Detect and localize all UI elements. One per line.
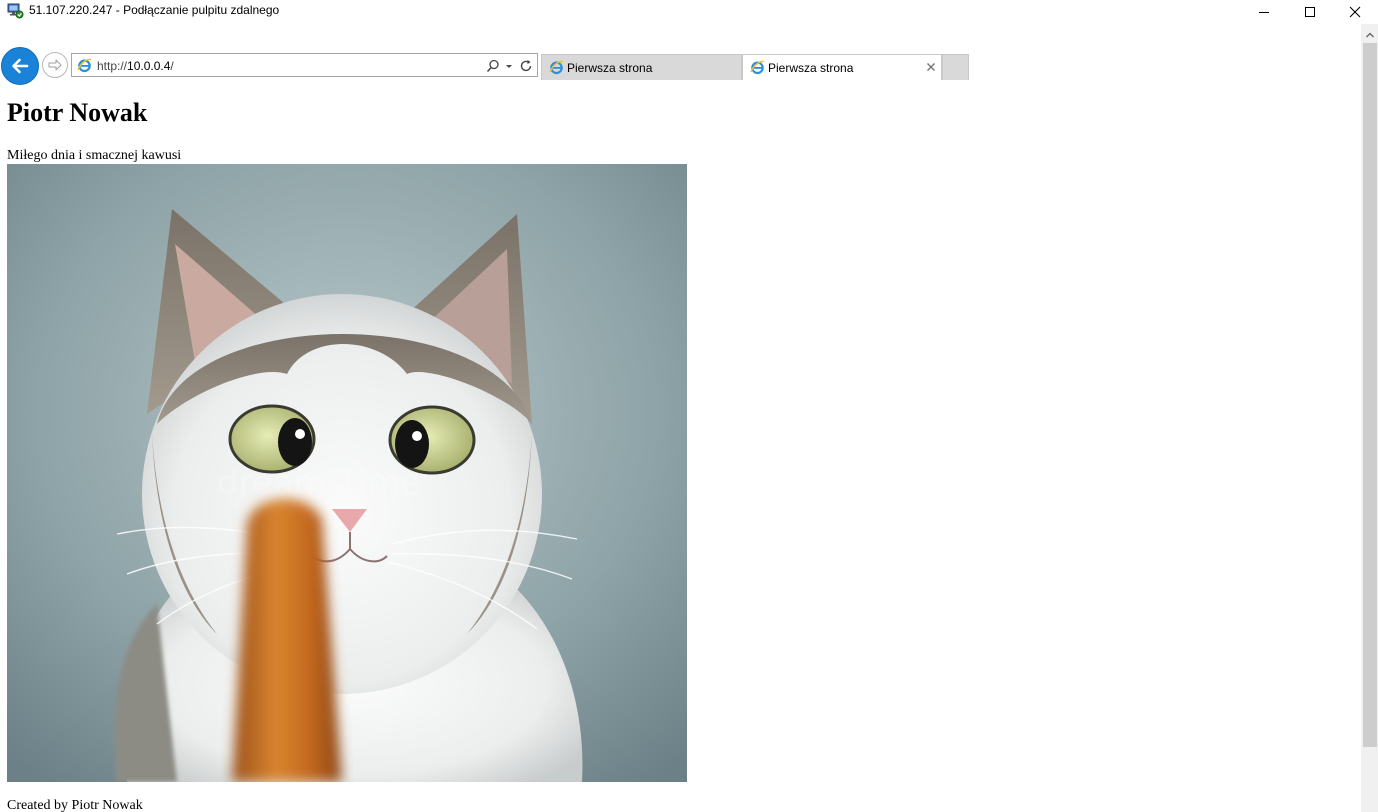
minimize-icon — [1259, 12, 1269, 13]
refresh-icon[interactable] — [519, 58, 533, 77]
page-footer: Created by Piotr Nowak — [7, 798, 143, 812]
tab-pierwsza-strona-2[interactable]: Pierwsza strona — [742, 54, 942, 80]
tab-label: Pierwsza strona — [567, 61, 653, 75]
back-button[interactable] — [1, 47, 39, 85]
forward-button[interactable] — [42, 52, 68, 78]
window-titlebar: 51.107.220.247 - Podłączanie pulpitu zda… — [0, 0, 1378, 24]
vertical-scrollbar[interactable] — [1361, 24, 1378, 812]
maximize-button[interactable] — [1287, 0, 1333, 24]
minimize-button[interactable] — [1241, 0, 1287, 24]
window-title: 51.107.220.247 - Podłączanie pulpitu zda… — [29, 3, 280, 17]
url-host: 10.0.0.4 — [127, 59, 171, 73]
tab-close-button[interactable] — [924, 60, 938, 74]
url-scheme: http:// — [97, 59, 128, 73]
close-button[interactable] — [1332, 0, 1378, 24]
tab-label: Pierwsza strona — [768, 61, 854, 75]
address-bar[interactable]: http://10.0.0.4/ — [71, 53, 538, 77]
chevron-down-icon[interactable] — [504, 58, 514, 77]
close-icon — [1349, 6, 1361, 18]
page-content: Piotr Nowak Miłego dnia i smacznej kawus… — [7, 82, 1357, 812]
browser-navbar: http://10.0.0.4/ Pierwsza strona Pierwsz… — [0, 44, 970, 85]
page-heading: Piotr Nowak — [7, 98, 148, 127]
internet-explorer-icon — [77, 58, 92, 77]
address-url: http://10.0.0.4/ — [97, 59, 174, 73]
search-icon[interactable] — [486, 58, 500, 77]
arrow-right-icon — [48, 59, 62, 71]
chevron-up-icon — [1365, 32, 1374, 38]
new-tab-button[interactable] — [942, 54, 969, 80]
scroll-thumb[interactable] — [1363, 43, 1377, 747]
page-greeting: Miłego dnia i smacznej kawusi — [7, 148, 182, 163]
url-path: / — [170, 59, 174, 73]
close-icon — [927, 63, 935, 71]
internet-explorer-icon — [750, 60, 765, 79]
watermark-text: dreamstime — [217, 463, 421, 503]
internet-explorer-icon — [549, 60, 564, 79]
scroll-up-button[interactable] — [1361, 28, 1378, 42]
cat-photo: dreamstime — [7, 164, 687, 782]
maximize-icon — [1305, 7, 1315, 17]
remote-desktop-icon — [7, 3, 24, 19]
tab-pierwsza-strona-1[interactable]: Pierwsza strona — [541, 54, 742, 80]
arrow-left-icon — [12, 58, 29, 74]
